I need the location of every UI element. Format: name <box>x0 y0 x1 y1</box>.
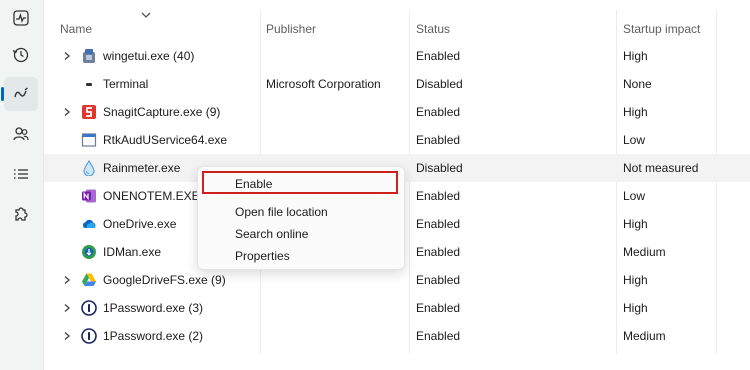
startup-impact: Medium <box>623 329 666 343</box>
status: Enabled <box>416 329 461 343</box>
table-row[interactable]: 1Password.exe (3) Enabled High <box>44 294 750 322</box>
chevron-right-icon[interactable] <box>62 107 72 117</box>
app-name: ONENOTEM.EXE <box>103 189 200 203</box>
app-name: wingetui.exe (40) <box>103 49 195 63</box>
startup-impact: Not measured <box>623 161 699 175</box>
nav-app-history[interactable] <box>4 38 38 72</box>
google-drive-icon <box>81 272 97 288</box>
menu-item-label: Search online <box>235 227 309 241</box>
chevron-right-icon[interactable] <box>62 51 72 61</box>
app-name: 1Password.exe (2) <box>103 329 204 343</box>
app-name: IDMan.exe <box>103 245 162 259</box>
column-header-startup-impact[interactable]: Startup impact <box>623 22 700 36</box>
menu-item-label: Open file location <box>235 205 328 219</box>
status: Enabled <box>416 217 461 231</box>
startup-impact: High <box>623 273 648 287</box>
startup-impact: High <box>623 49 648 63</box>
app-name: Terminal <box>103 77 149 91</box>
rainmeter-icon <box>81 160 97 176</box>
startup-impact: Low <box>623 189 646 203</box>
chevron-down-icon[interactable] <box>140 10 152 20</box>
table-row[interactable]: 1Password.exe (2) Enabled Medium <box>44 322 750 350</box>
wingetui-icon <box>81 48 97 64</box>
startup-impact: Medium <box>623 245 666 259</box>
application-icon <box>81 132 97 148</box>
nav-performance[interactable] <box>4 1 38 35</box>
chevron-right-icon[interactable] <box>62 303 72 313</box>
app-name: OneDrive.exe <box>103 217 177 231</box>
status: Enabled <box>416 301 461 315</box>
menu-item-properties[interactable]: Properties <box>198 245 404 267</box>
startup-impact: High <box>623 217 648 231</box>
publisher: Microsoft Corporation <box>266 77 381 91</box>
activity-icon <box>13 10 29 26</box>
active-indicator <box>1 87 4 101</box>
column-header-status[interactable]: Status <box>416 22 450 36</box>
list-icon <box>14 169 28 179</box>
table-row[interactable]: RtkAudUService64.exe Enabled Low <box>44 126 750 154</box>
startup-impact: High <box>623 105 648 119</box>
navigation-sidebar <box>0 0 44 370</box>
startup-impact: High <box>623 301 648 315</box>
column-header-publisher[interactable]: Publisher <box>266 22 316 36</box>
column-header-name[interactable]: Name <box>60 22 92 36</box>
users-icon <box>13 127 29 141</box>
menu-item-enable[interactable]: Enable <box>198 173 404 195</box>
context-menu: Enable Open file location Search online … <box>197 166 405 270</box>
table-row[interactable]: wingetui.exe (40) Enabled High <box>44 42 750 70</box>
table-header: Name Publisher Status Startup impact <box>44 0 750 40</box>
status: Enabled <box>416 105 461 119</box>
chevron-right-icon[interactable] <box>62 275 72 285</box>
onedrive-icon <box>81 216 97 232</box>
status: Enabled <box>416 189 461 203</box>
table-row[interactable]: GoogleDriveFS.exe (9) Enabled High <box>44 266 750 294</box>
status: Enabled <box>416 245 461 259</box>
nav-services[interactable] <box>4 197 38 231</box>
app-name: 1Password.exe (3) <box>103 301 204 315</box>
onenote-icon <box>81 188 97 204</box>
idm-icon <box>81 244 97 260</box>
menu-item-open-file-location[interactable]: Open file location <box>198 201 404 223</box>
nav-users[interactable] <box>4 117 38 151</box>
snagit-icon <box>81 104 97 120</box>
status: Enabled <box>416 49 461 63</box>
terminal-icon <box>81 76 97 92</box>
table-row[interactable]: SnagitCapture.exe (9) Enabled High <box>44 98 750 126</box>
startup-impact: None <box>623 77 652 91</box>
app-name: GoogleDriveFS.exe (9) <box>103 273 226 287</box>
nav-details[interactable] <box>4 157 38 191</box>
app-name: RtkAudUService64.exe <box>103 133 228 147</box>
status: Disabled <box>416 161 463 175</box>
nav-startup-apps[interactable] <box>1 77 38 111</box>
startup-impact: Low <box>623 133 646 147</box>
app-name: Rainmeter.exe <box>103 161 181 175</box>
speedometer-icon <box>14 87 28 98</box>
app-name: SnagitCapture.exe (9) <box>103 105 221 119</box>
chevron-right-icon[interactable] <box>62 331 72 341</box>
1password-icon <box>81 300 97 316</box>
puzzle-icon <box>15 207 28 221</box>
history-icon <box>12 47 29 63</box>
status: Enabled <box>416 273 461 287</box>
status: Enabled <box>416 133 461 147</box>
status: Disabled <box>416 77 463 91</box>
1password-icon <box>81 328 97 344</box>
menu-item-label: Enable <box>235 177 273 191</box>
menu-item-label: Properties <box>235 249 290 263</box>
table-row[interactable]: Terminal Microsoft Corporation Disabled … <box>44 70 750 98</box>
menu-item-search-online[interactable]: Search online <box>198 223 404 245</box>
